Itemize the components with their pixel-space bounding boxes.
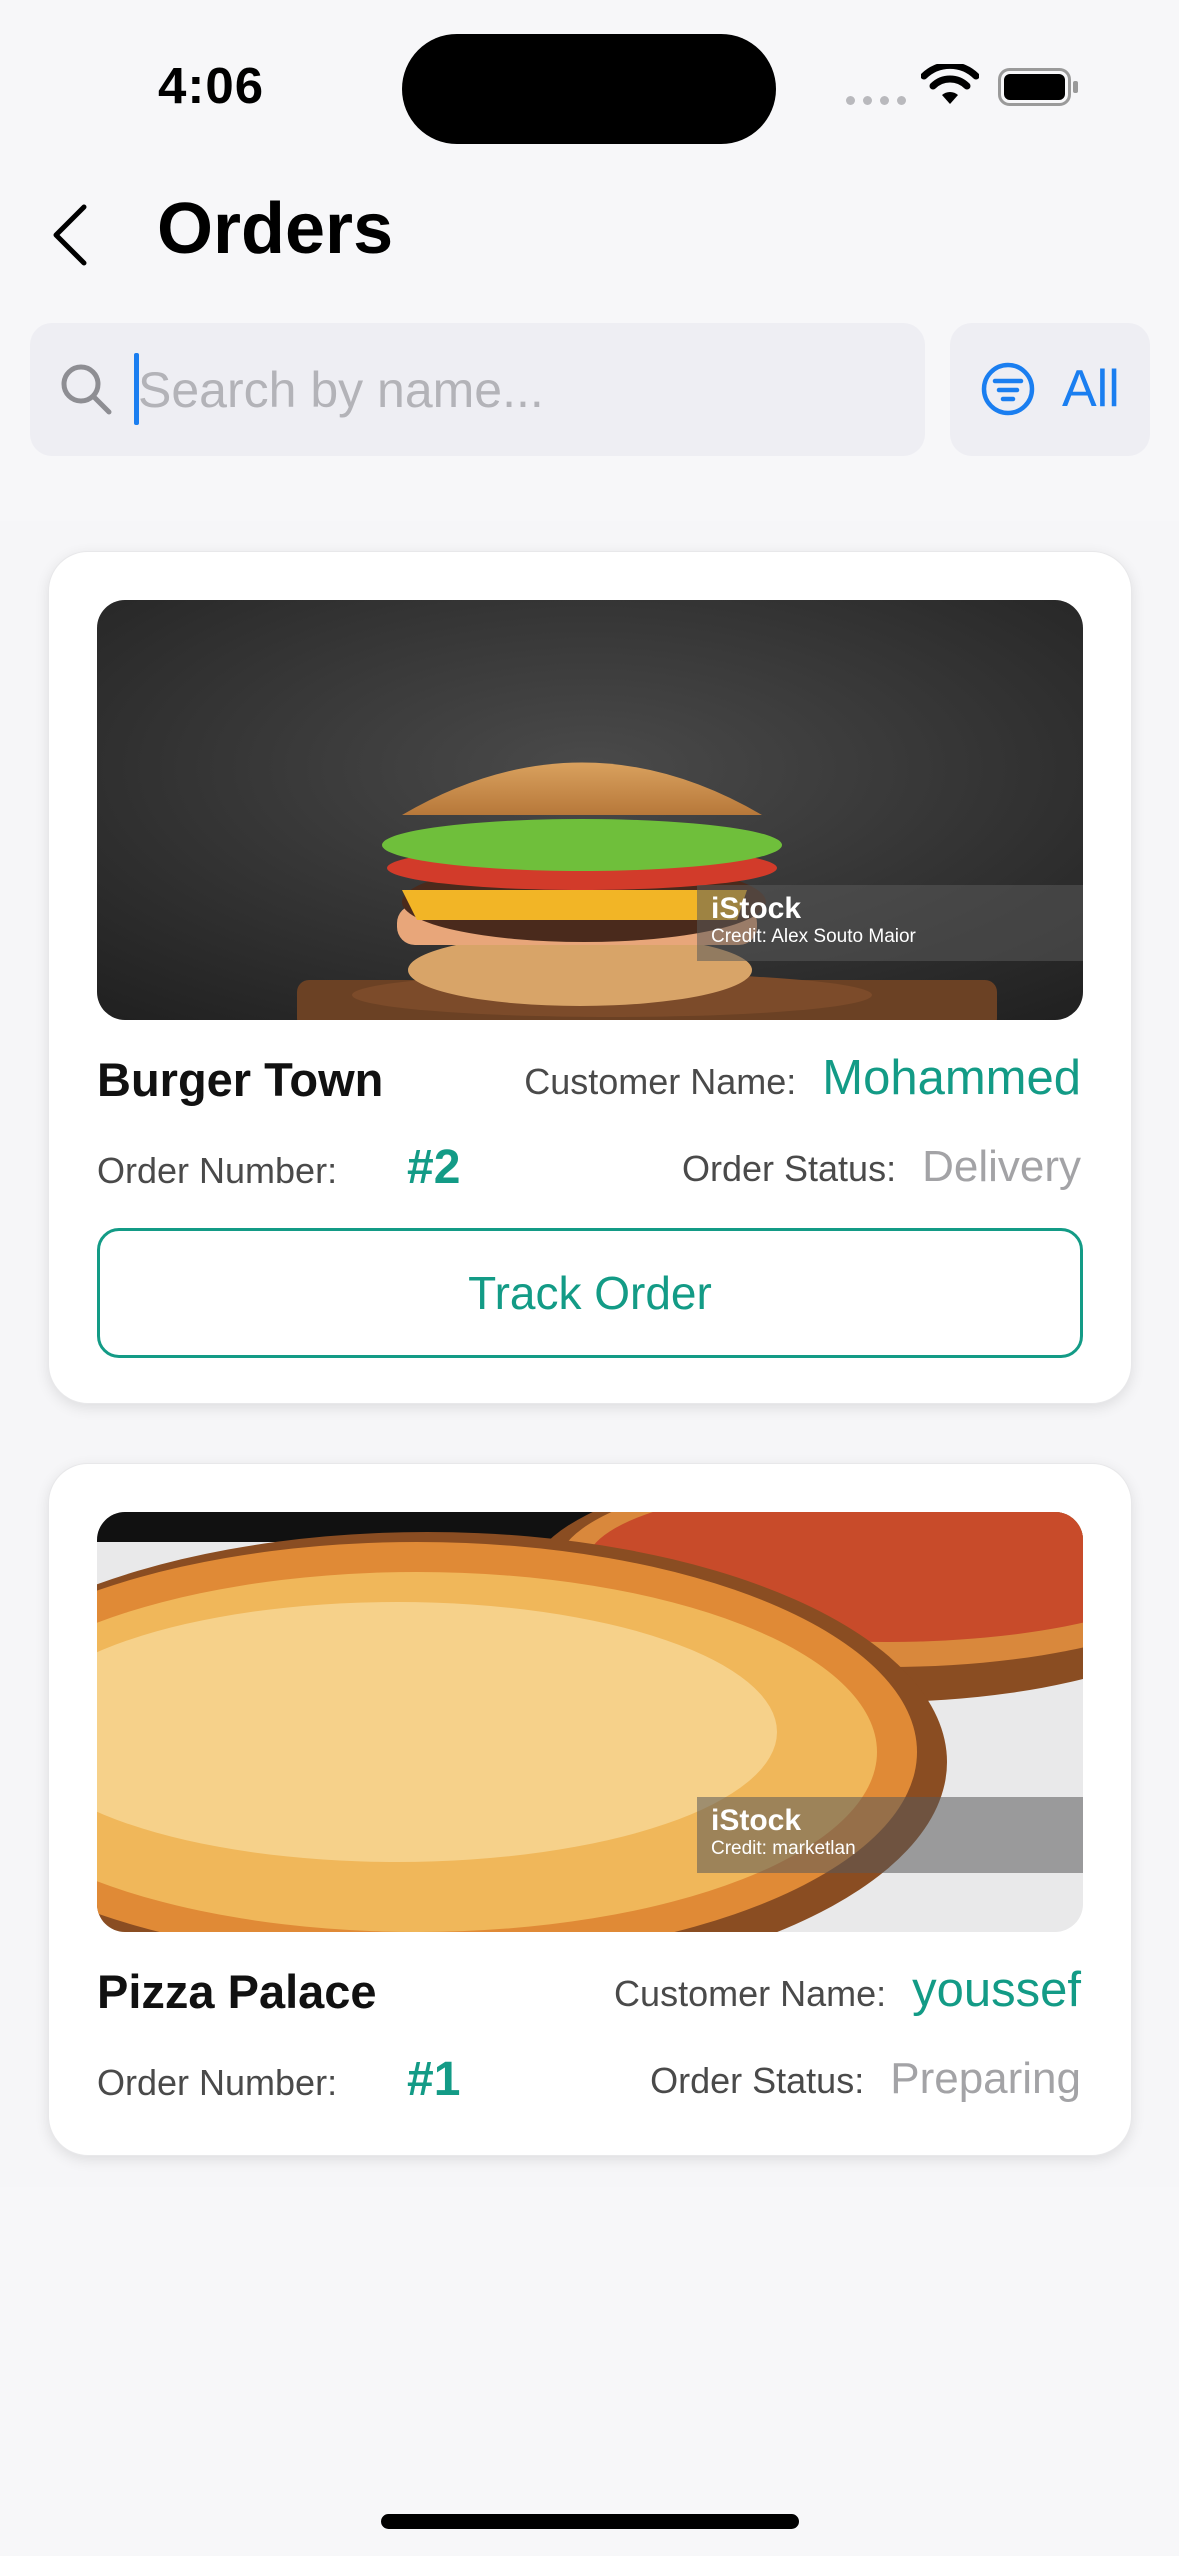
filter-icon: [981, 362, 1035, 416]
restaurant-name: Pizza Palace: [97, 1965, 377, 2018]
filter-label: All: [1062, 360, 1120, 418]
orders-list: iStock Credit: Alex Souto Maior Burger T…: [0, 521, 1179, 2187]
orders-screen: 4:06 Orders Search by name... All iStock…: [0, 0, 1179, 2556]
customer-info: Customer Name: Mohammed: [524, 1050, 1081, 1106]
page-title: Orders: [157, 189, 394, 269]
cellular-signal-icon: [846, 96, 906, 105]
search-row: All: [30, 323, 1150, 456]
status-time: 4:06: [158, 57, 265, 114]
home-indicator[interactable]: [381, 2514, 799, 2529]
image-credit-watermark: iStock Credit: marketlan: [697, 1797, 1083, 1873]
pizza-photo: iStock Credit: marketlan: [97, 1512, 1083, 1932]
search-box[interactable]: [30, 323, 925, 456]
search-icon: [61, 364, 112, 415]
order-status-info: Order Status: Delivery: [682, 1142, 1081, 1192]
restaurant-name: Burger Town: [97, 1053, 384, 1106]
customer-name-value: Mohammed: [822, 1051, 1081, 1105]
filter-button[interactable]: All: [950, 323, 1150, 456]
image-credit-watermark: iStock Credit: Alex Souto Maior: [697, 885, 1083, 961]
order-status-value: Preparing: [890, 2054, 1081, 2103]
order-number-value: #2: [407, 1141, 461, 1194]
order-status-label: Order Status:: [650, 2060, 865, 2101]
search-input[interactable]: [138, 345, 898, 435]
order-card: iStock Credit: Alex Souto Maior Burger T…: [48, 551, 1132, 1404]
customer-name-label: Customer Name:: [614, 1973, 887, 2014]
order-number-label: Order Number:: [97, 1150, 338, 1191]
order-status-info: Order Status: Preparing: [650, 2054, 1081, 2104]
order-status-label: Order Status:: [681, 1148, 897, 1189]
back-button[interactable]: [40, 195, 100, 275]
order-number-value: #1: [407, 2053, 461, 2106]
customer-info: Customer Name: youssef: [614, 1962, 1081, 2018]
battery-icon: [998, 68, 1078, 106]
chevron-left-icon: [53, 204, 87, 266]
wifi-icon: [921, 64, 979, 104]
dynamic-island: [402, 34, 776, 144]
status-bar: 4:06: [0, 0, 1179, 170]
order-number-label: Order Number:: [97, 2062, 338, 2103]
order-card: iStock Credit: marketlan Pizza Palace Cu…: [48, 1463, 1132, 2156]
burger-photo: iStock Credit: Alex Souto Maior: [97, 600, 1083, 1020]
header: Orders: [0, 170, 1179, 320]
track-order-button[interactable]: Track Order: [97, 1228, 1083, 1358]
customer-name-value: youssef: [912, 1963, 1081, 2017]
text-cursor: [134, 353, 139, 425]
customer-name-label: Customer Name:: [524, 1061, 797, 1102]
order-status-value: Delivery: [922, 1142, 1081, 1191]
